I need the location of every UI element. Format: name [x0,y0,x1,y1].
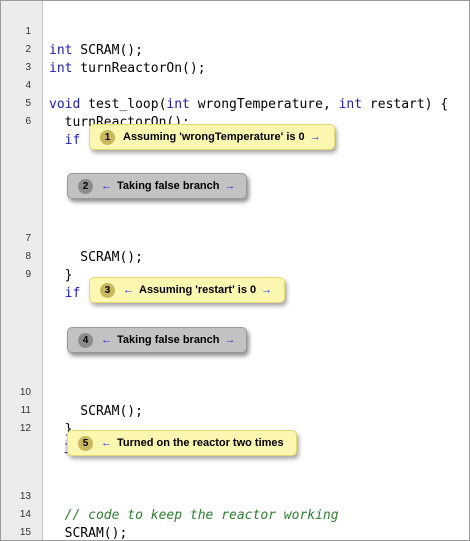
code-line: 12 turnReactorOn(); [1,402,469,455]
path-note: 3 ← Assuming 'restart' is 0 → [89,277,285,303]
path-note: 1 Assuming 'wrongTemperature' is 0 → [89,124,335,150]
code-line: 14 SCRAM(); [1,488,469,540]
code-line: 4 void test_loop(int wrongTemperature, i… [1,59,469,111]
code-line: 6 if (wrongTemperature) { [1,95,469,148]
arrow-left-icon: ← [101,334,112,346]
code-view: 1 int SCRAM(); 2 int turnReactorOn(); 3 … [0,0,470,541]
note-text: Turned on the reactor two times [117,437,284,449]
note-text: Assuming 'wrongTemperature' is 0 [123,131,305,143]
line-number: 9 [25,269,31,281]
step-number-badge: 2 [78,178,93,194]
step-number-badge: 5 [78,435,93,451]
path-note: 5 ← Turned on the reactor two times [67,430,297,456]
arrow-left-icon: ← [101,437,112,449]
step-number-badge: 1 [100,129,115,145]
code-line: 7 SCRAM(); [1,212,469,264]
code-line: 13 // code to keep the reactor working [1,470,469,522]
code-line: 8 } [1,230,469,282]
code-line: 3 [1,41,469,73]
code-line: 11 } [1,384,469,436]
note-text: Taking false branch [117,334,220,346]
line-number: 6 [25,116,31,128]
arrow-right-icon: → [309,131,321,143]
arrow-left-icon: ← [101,180,112,192]
step-number-badge: 4 [78,332,93,348]
note-text: Taking false branch [117,180,220,192]
arrow-right-icon: → [261,284,273,296]
code-line: 5 turnReactorOn(); [1,77,469,129]
path-note: 4 ← Taking false branch → [67,327,247,353]
code-line: 16 [1,524,469,540]
code-text: } [49,267,73,283]
arrow-right-icon: → [224,334,236,346]
step-number-badge: 3 [100,282,115,298]
line-number: 12 [19,423,31,435]
code-line: 1 int SCRAM(); [1,5,469,57]
code-line: 15 } [1,506,469,538]
path-note: 2 ← Taking false branch → [67,173,247,199]
code-line: 10 SCRAM(); [1,366,469,418]
arrow-right-icon: → [224,180,236,192]
arrow-left-icon: ← [123,284,134,296]
code-line: 9 if (restart) { [1,248,469,301]
code-line: 2 int turnReactorOn(); [1,23,469,75]
note-text: Assuming 'restart' is 0 [139,284,257,296]
